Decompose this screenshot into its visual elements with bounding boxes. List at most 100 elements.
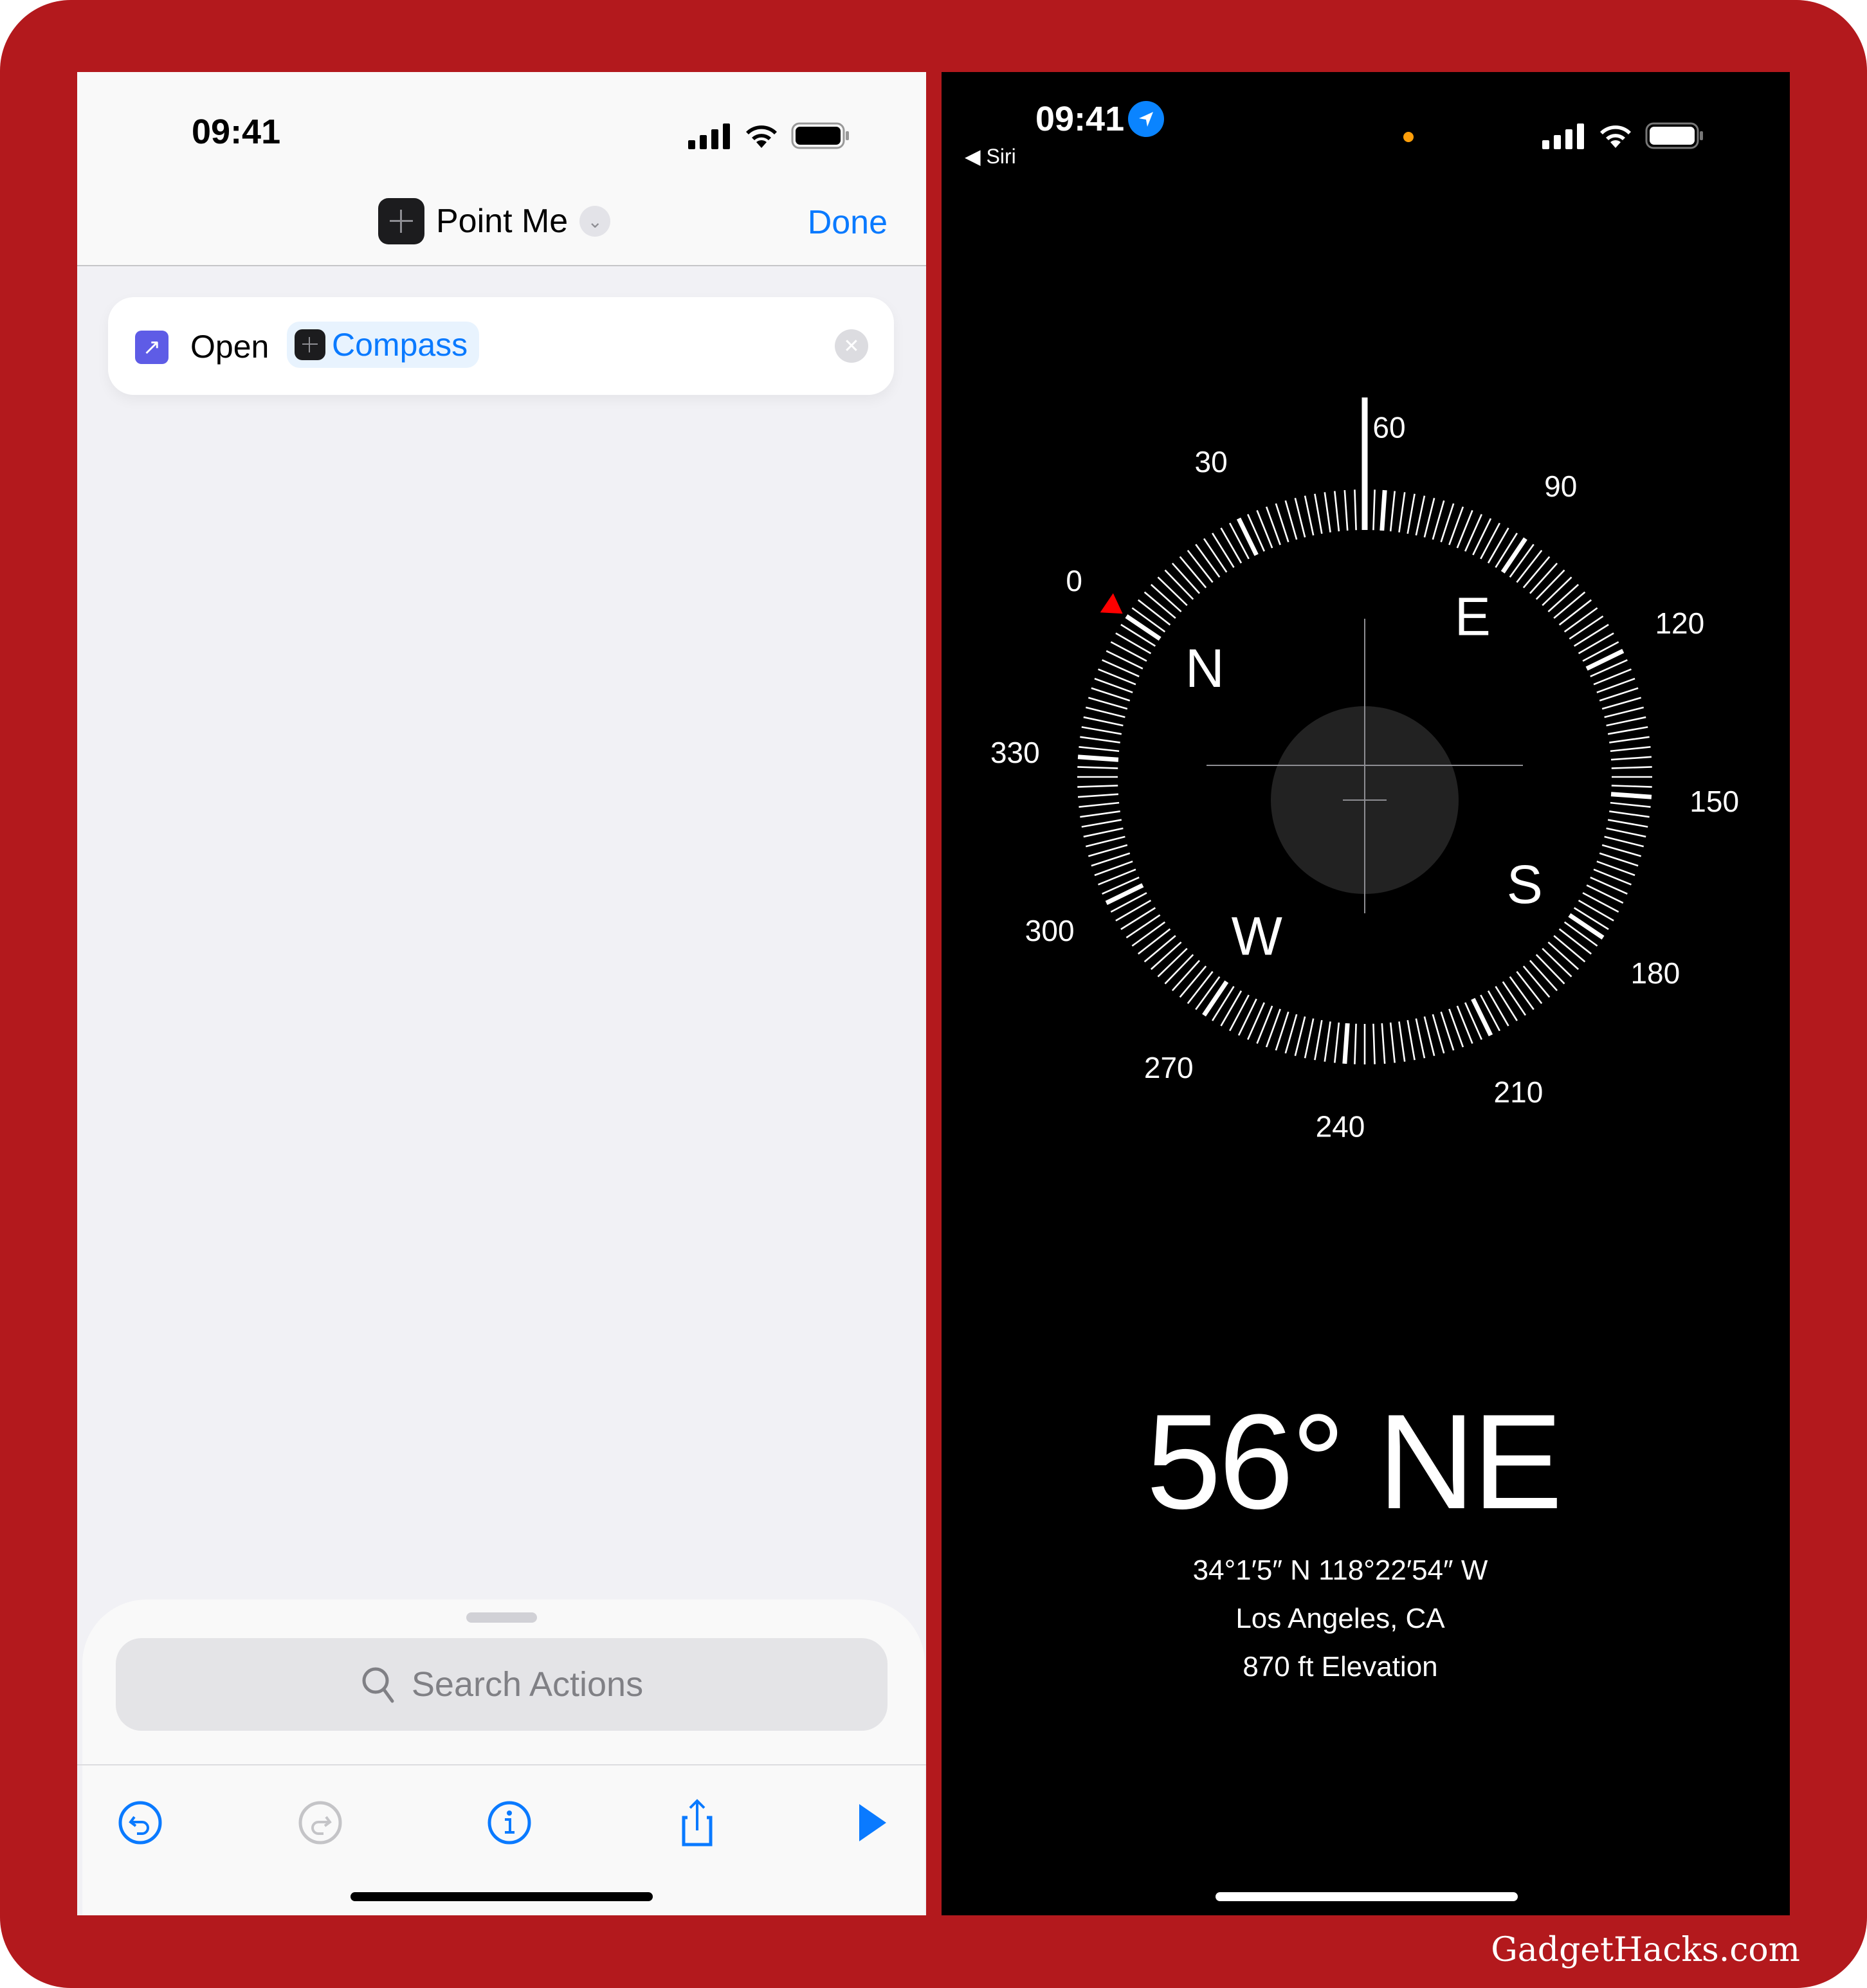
- heading-readout: 56° NE: [1146, 1386, 1563, 1537]
- tick-mark: [1077, 793, 1119, 798]
- tick-mark: [1137, 599, 1171, 626]
- tick-mark: [1294, 1016, 1306, 1057]
- tick-mark: [1372, 1023, 1376, 1064]
- home-indicator: [351, 1892, 653, 1901]
- tick-mark: [1610, 745, 1651, 752]
- tick-mark: [1480, 522, 1501, 560]
- undo-button[interactable]: [117, 1800, 163, 1846]
- open-app-action-card[interactable]: ↗ Open Compass ✕: [108, 297, 894, 395]
- tick-mark: [1573, 624, 1609, 647]
- tick-mark: [1150, 941, 1182, 971]
- tick-mark: [1085, 835, 1125, 848]
- tick-mark: [1212, 985, 1235, 1021]
- status-icons: [688, 122, 850, 149]
- tick-mark: [1137, 928, 1171, 955]
- status-time: 09:41: [192, 113, 281, 151]
- tick-mark: [1203, 538, 1228, 573]
- tick-mark: [1381, 1023, 1386, 1064]
- info-icon: [487, 1801, 531, 1845]
- tick-mark: [1284, 500, 1298, 540]
- tick-mark: [1354, 1023, 1357, 1064]
- undo-icon: [118, 1801, 162, 1845]
- share-button[interactable]: [674, 1799, 720, 1847]
- compass-app-screen: 09:41 ◀ Siri 0 30 60 90 120 150 180 210 240 270 30…: [942, 72, 1790, 1915]
- remove-action-button[interactable]: ✕: [835, 329, 868, 363]
- redo-button[interactable]: [297, 1800, 343, 1846]
- tick-mark: [1220, 990, 1243, 1026]
- tick-mark: [1610, 792, 1652, 799]
- info-button[interactable]: [486, 1800, 533, 1846]
- tick-mark: [1516, 549, 1543, 583]
- tick-mark: [1081, 726, 1122, 735]
- compass-dial: 0 30 60 90 120 150 180 210 240 270 300 330 N E S W: [990, 397, 1739, 1144]
- tick-mark: [1077, 785, 1118, 788]
- tick-mark: [1115, 632, 1152, 655]
- coordinates: 34°1′5″ N 118°22′54″ W: [1192, 1555, 1488, 1586]
- tick-mark: [1085, 706, 1125, 718]
- wifi-icon: [746, 125, 777, 148]
- tick-mark: [1088, 844, 1128, 857]
- tick-mark: [1195, 976, 1221, 1010]
- degree-label: 0: [1066, 564, 1082, 597]
- shortcut-title[interactable]: Point Me ⌄: [378, 198, 611, 244]
- tick-mark: [1582, 892, 1619, 913]
- tick-mark: [1423, 497, 1435, 538]
- tick-mark: [1585, 648, 1625, 671]
- tick-mark: [1407, 493, 1416, 534]
- tick-mark: [1590, 876, 1628, 895]
- sheet-grabber[interactable]: [466, 1612, 537, 1623]
- tick-mark: [1157, 576, 1188, 606]
- tick-mark: [1509, 976, 1535, 1010]
- tick-mark: [1472, 518, 1492, 556]
- tick-mark: [1502, 981, 1527, 1016]
- run-button[interactable]: [849, 1800, 895, 1846]
- location-name: Los Angeles, CA: [1235, 1603, 1445, 1634]
- chevron-down-icon[interactable]: ⌄: [579, 206, 611, 237]
- tick-mark: [1558, 928, 1592, 955]
- tick-mark: [1079, 801, 1120, 808]
- tick-mark: [1157, 947, 1188, 978]
- cardinal-label-n: N: [1185, 638, 1225, 698]
- crosshair: [1207, 619, 1523, 913]
- tick-mark: [1083, 716, 1124, 727]
- app-parameter-chip[interactable]: Compass: [287, 322, 480, 368]
- done-button[interactable]: Done: [808, 203, 888, 242]
- tick-mark: [1228, 994, 1250, 1032]
- tick-mark: [1083, 827, 1124, 838]
- tick-mark: [1423, 1016, 1435, 1057]
- tick-mark: [1607, 726, 1648, 735]
- tick-mark: [1131, 607, 1166, 633]
- tick-mark: [1131, 921, 1166, 947]
- tick-mark: [1125, 614, 1161, 641]
- tick-mark: [1558, 599, 1592, 626]
- tick-mark: [1547, 583, 1580, 613]
- compass-app-icon: [378, 198, 424, 244]
- tick-mark: [1343, 489, 1349, 531]
- search-actions-field[interactable]: Search Actions: [116, 1638, 888, 1731]
- tick-mark: [1553, 935, 1586, 963]
- tick-mark: [1237, 998, 1257, 1036]
- tick-mark: [1573, 907, 1609, 930]
- tick-mark: [1495, 985, 1518, 1021]
- tick-mark: [1304, 1018, 1315, 1059]
- tick-mark: [1247, 1002, 1266, 1040]
- tick-mark: [1607, 819, 1648, 828]
- tick-mark: [1535, 569, 1565, 600]
- home-indicator: [1216, 1892, 1518, 1901]
- tick-mark: [1547, 941, 1580, 971]
- tick-mark: [1415, 495, 1426, 536]
- tick-mark: [1115, 899, 1152, 922]
- tick-mark: [1212, 533, 1235, 569]
- tick-mark: [1333, 1022, 1340, 1063]
- tick-mark: [1578, 899, 1614, 922]
- degree-label: 120: [1655, 606, 1704, 640]
- tick-mark: [1105, 883, 1144, 906]
- tick-mark: [1609, 736, 1650, 743]
- tick-mark: [1372, 489, 1376, 531]
- degree-label: 240: [1316, 1110, 1365, 1144]
- tick-mark: [1236, 517, 1259, 556]
- editor-toolbar: [77, 1770, 926, 1863]
- tick-mark: [1125, 914, 1161, 939]
- degree-label: 150: [1689, 785, 1739, 818]
- tick-mark: [1077, 766, 1118, 769]
